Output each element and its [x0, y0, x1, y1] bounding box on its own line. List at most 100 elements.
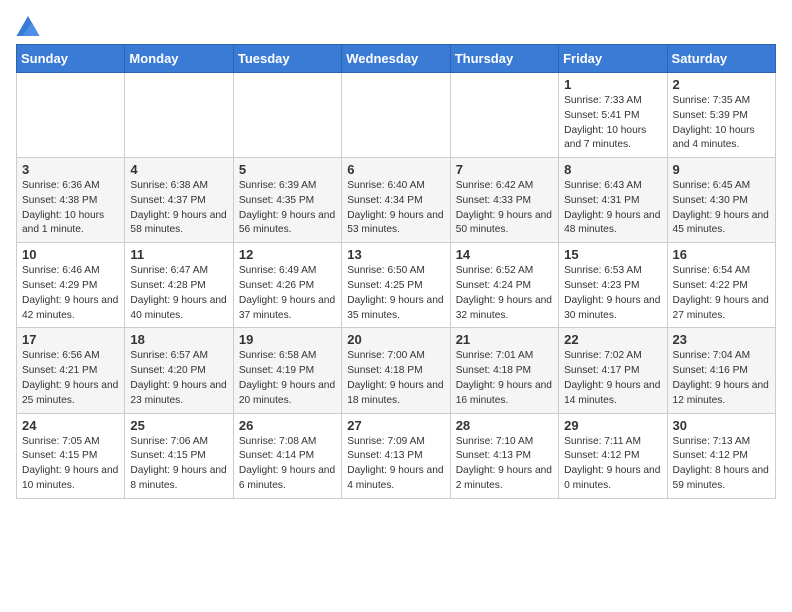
- calendar-cell: 8Sunrise: 6:43 AM Sunset: 4:31 PM Daylig…: [559, 158, 667, 243]
- calendar-header-saturday: Saturday: [667, 45, 775, 73]
- day-number: 20: [347, 332, 444, 347]
- day-info: Sunrise: 7:13 AM Sunset: 4:12 PM Dayligh…: [673, 436, 769, 491]
- day-info: Sunrise: 6:40 AM Sunset: 4:34 PM Dayligh…: [347, 180, 443, 235]
- calendar-cell: 5 Sunrise: 6:39 AM Sunset: 4:35 PM Daylig…: [233, 158, 341, 243]
- calendar-header-friday: Friday: [559, 45, 667, 73]
- calendar-cell: 21 Sunrise: 7:01 AM Sunset: 4:18 PM Dayli…: [450, 328, 558, 413]
- calendar-cell: 2 Sunrise: 7:35 AM Sunset: 5:39 PM Daylig…: [667, 73, 775, 158]
- calendar-header-thursday: Thursday: [450, 45, 558, 73]
- calendar-header-wednesday: Wednesday: [342, 45, 450, 73]
- day-number: 13: [347, 247, 444, 262]
- calendar-cell: 28Sunrise: 7:10 AM Sunset: 4:13 PM Dayli…: [450, 413, 558, 498]
- calendar-cell: [17, 73, 125, 158]
- calendar-week-row: 17Sunrise: 6:56 AM Sunset: 4:21 PM Dayli…: [17, 328, 776, 413]
- calendar-week-row: 3 Sunrise: 6:36 AM Sunset: 4:38 PM Daylig…: [17, 158, 776, 243]
- day-info: Sunrise: 6:39 AM Sunset: 4:35 PM Dayligh…: [239, 180, 335, 235]
- day-info: Sunrise: 7:35 AM Sunset: 5:39 PM Dayligh…: [673, 95, 755, 150]
- calendar-cell: 6 Sunrise: 6:40 AM Sunset: 4:34 PM Daylig…: [342, 158, 450, 243]
- calendar-week-row: 24 Sunrise: 7:05 AM Sunset: 4:15 PM Dayli…: [17, 413, 776, 498]
- calendar-cell: [342, 73, 450, 158]
- day-number: 19: [239, 332, 336, 347]
- day-number: 7: [456, 162, 553, 177]
- day-number: 9: [673, 162, 770, 177]
- calendar-header-monday: Monday: [125, 45, 233, 73]
- calendar-cell: 24 Sunrise: 7:05 AM Sunset: 4:15 PM Dayli…: [17, 413, 125, 498]
- day-info: Sunrise: 6:42 AM Sunset: 4:33 PM Dayligh…: [456, 180, 552, 235]
- calendar-cell: 7 Sunrise: 6:42 AM Sunset: 4:33 PM Daylig…: [450, 158, 558, 243]
- day-number: 24: [22, 418, 119, 433]
- calendar-cell: 27 Sunrise: 7:09 AM Sunset: 4:13 PM Dayli…: [342, 413, 450, 498]
- day-info: Sunrise: 6:38 AM Sunset: 4:37 PM Dayligh…: [130, 180, 226, 235]
- calendar-cell: [125, 73, 233, 158]
- day-info: Sunrise: 6:36 AM Sunset: 4:38 PM Dayligh…: [22, 180, 104, 235]
- day-info: Sunrise: 7:05 AM Sunset: 4:15 PM Dayligh…: [22, 436, 118, 491]
- day-info: Sunrise: 7:11 AM Sunset: 4:12 PM Dayligh…: [564, 436, 660, 491]
- calendar-cell: 26 Sunrise: 7:08 AM Sunset: 4:14 PM Dayli…: [233, 413, 341, 498]
- calendar-cell: 22Sunrise: 7:02 AM Sunset: 4:17 PM Dayli…: [559, 328, 667, 413]
- day-info: Sunrise: 7:06 AM Sunset: 4:15 PM Dayligh…: [130, 436, 226, 491]
- calendar-cell: 11Sunrise: 6:47 AM Sunset: 4:28 PM Dayli…: [125, 243, 233, 328]
- calendar-cell: 30 Sunrise: 7:13 AM Sunset: 4:12 PM Dayli…: [667, 413, 775, 498]
- day-number: 23: [673, 332, 770, 347]
- calendar-cell: 10 Sunrise: 6:46 AM Sunset: 4:29 PM Dayli…: [17, 243, 125, 328]
- day-info: Sunrise: 6:57 AM Sunset: 4:20 PM Dayligh…: [130, 350, 226, 405]
- day-number: 27: [347, 418, 444, 433]
- day-info: Sunrise: 6:50 AM Sunset: 4:25 PM Dayligh…: [347, 265, 443, 320]
- calendar-cell: 20 Sunrise: 7:00 AM Sunset: 4:18 PM Dayli…: [342, 328, 450, 413]
- logo-icon: [16, 16, 40, 36]
- calendar-cell: [450, 73, 558, 158]
- day-number: 25: [130, 418, 227, 433]
- calendar-table: SundayMondayTuesdayWednesdayThursdayFrid…: [16, 44, 776, 499]
- calendar-header-sunday: Sunday: [17, 45, 125, 73]
- day-number: 12: [239, 247, 336, 262]
- day-number: 3: [22, 162, 119, 177]
- day-info: Sunrise: 7:33 AM Sunset: 5:41 PM Dayligh…: [564, 95, 646, 150]
- day-number: 1: [564, 77, 661, 92]
- day-info: Sunrise: 7:04 AM Sunset: 4:16 PM Dayligh…: [673, 350, 769, 405]
- calendar-cell: 25 Sunrise: 7:06 AM Sunset: 4:15 PM Dayli…: [125, 413, 233, 498]
- logo: [16, 16, 44, 36]
- day-number: 30: [673, 418, 770, 433]
- calendar-cell: 18 Sunrise: 6:57 AM Sunset: 4:20 PM Dayli…: [125, 328, 233, 413]
- day-info: Sunrise: 6:46 AM Sunset: 4:29 PM Dayligh…: [22, 265, 118, 320]
- calendar-week-row: 1 Sunrise: 7:33 AM Sunset: 5:41 PM Daylig…: [17, 73, 776, 158]
- day-number: 16: [673, 247, 770, 262]
- calendar-cell: 3 Sunrise: 6:36 AM Sunset: 4:38 PM Daylig…: [17, 158, 125, 243]
- day-info: Sunrise: 6:53 AM Sunset: 4:23 PM Dayligh…: [564, 265, 660, 320]
- day-info: Sunrise: 6:43 AM Sunset: 4:31 PM Dayligh…: [564, 180, 660, 235]
- day-number: 10: [22, 247, 119, 262]
- calendar-cell: 16 Sunrise: 6:54 AM Sunset: 4:22 PM Dayli…: [667, 243, 775, 328]
- day-number: 28: [456, 418, 553, 433]
- day-number: 2: [673, 77, 770, 92]
- calendar-cell: 23 Sunrise: 7:04 AM Sunset: 4:16 PM Dayli…: [667, 328, 775, 413]
- day-info: Sunrise: 7:01 AM Sunset: 4:18 PM Dayligh…: [456, 350, 552, 405]
- day-number: 6: [347, 162, 444, 177]
- calendar-cell: 15 Sunrise: 6:53 AM Sunset: 4:23 PM Dayli…: [559, 243, 667, 328]
- day-number: 17: [22, 332, 119, 347]
- calendar-cell: 9 Sunrise: 6:45 AM Sunset: 4:30 PM Daylig…: [667, 158, 775, 243]
- day-number: 5: [239, 162, 336, 177]
- day-info: Sunrise: 7:02 AM Sunset: 4:17 PM Dayligh…: [564, 350, 660, 405]
- day-number: 18: [130, 332, 227, 347]
- day-number: 21: [456, 332, 553, 347]
- day-info: Sunrise: 6:49 AM Sunset: 4:26 PM Dayligh…: [239, 265, 335, 320]
- day-number: 4: [130, 162, 227, 177]
- day-info: Sunrise: 6:58 AM Sunset: 4:19 PM Dayligh…: [239, 350, 335, 405]
- calendar-week-row: 10 Sunrise: 6:46 AM Sunset: 4:29 PM Dayli…: [17, 243, 776, 328]
- calendar-cell: 17Sunrise: 6:56 AM Sunset: 4:21 PM Dayli…: [17, 328, 125, 413]
- day-number: 26: [239, 418, 336, 433]
- day-info: Sunrise: 6:52 AM Sunset: 4:24 PM Dayligh…: [456, 265, 552, 320]
- day-info: Sunrise: 7:08 AM Sunset: 4:14 PM Dayligh…: [239, 436, 335, 491]
- calendar-header-row: SundayMondayTuesdayWednesdayThursdayFrid…: [17, 45, 776, 73]
- header: [16, 16, 776, 36]
- day-info: Sunrise: 6:54 AM Sunset: 4:22 PM Dayligh…: [673, 265, 769, 320]
- day-info: Sunrise: 7:00 AM Sunset: 4:18 PM Dayligh…: [347, 350, 443, 405]
- day-info: Sunrise: 6:45 AM Sunset: 4:30 PM Dayligh…: [673, 180, 769, 235]
- day-number: 15: [564, 247, 661, 262]
- calendar-cell: 29 Sunrise: 7:11 AM Sunset: 4:12 PM Dayli…: [559, 413, 667, 498]
- day-info: Sunrise: 7:09 AM Sunset: 4:13 PM Dayligh…: [347, 436, 443, 491]
- day-number: 29: [564, 418, 661, 433]
- day-info: Sunrise: 6:47 AM Sunset: 4:28 PM Dayligh…: [130, 265, 226, 320]
- calendar-cell: 13 Sunrise: 6:50 AM Sunset: 4:25 PM Dayli…: [342, 243, 450, 328]
- calendar-cell: 12 Sunrise: 6:49 AM Sunset: 4:26 PM Dayli…: [233, 243, 341, 328]
